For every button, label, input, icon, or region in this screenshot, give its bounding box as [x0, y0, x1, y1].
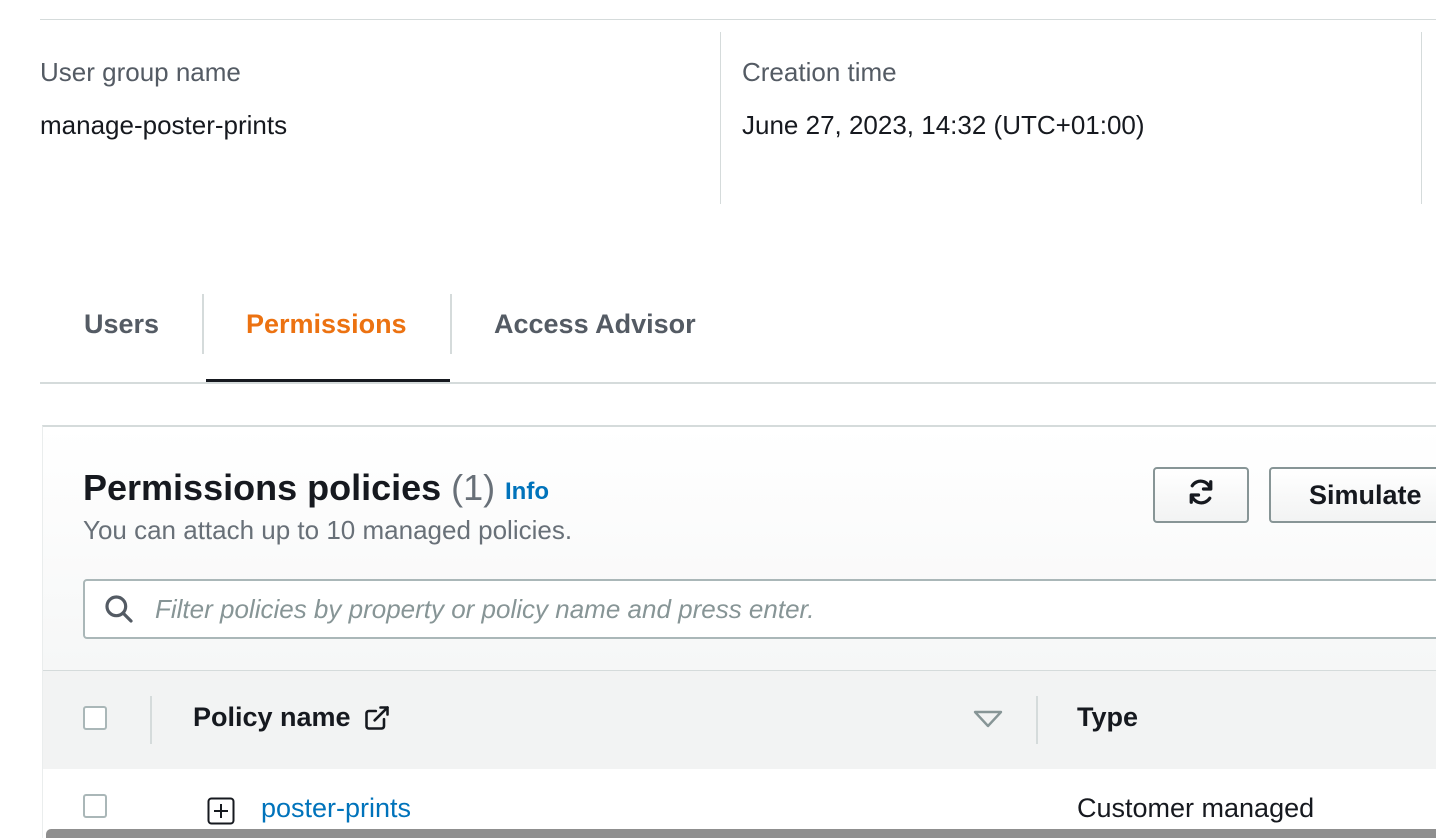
table-header: Policy name Type: [43, 670, 1436, 771]
column-header-policy-name-label: Policy name: [193, 702, 351, 732]
tab-users[interactable]: Users: [84, 294, 159, 354]
summary-creation-time: Creation time June 27, 2023, 14:32 (UTC+…: [742, 57, 1145, 141]
tab-bar: Users Permissions Access Advisor: [40, 294, 1436, 384]
policy-type: Customer managed: [1077, 793, 1315, 823]
tab-bar-divider: [40, 382, 1436, 384]
column-header-type[interactable]: Type: [1077, 702, 1138, 733]
panel-title: Permissions policies (1): [83, 467, 495, 509]
permissions-policies-panel: Permissions policies (1) Info You can at…: [42, 425, 1436, 838]
tab-separator: [450, 294, 452, 354]
column-header-policy-name[interactable]: Policy name: [193, 702, 391, 733]
tab-separator: [202, 294, 204, 354]
policy-name-link[interactable]: poster-prints: [261, 793, 411, 824]
tab-permissions[interactable]: Permissions: [246, 294, 407, 354]
group-name-value: manage-poster-prints: [40, 110, 288, 140]
policy-filter[interactable]: [83, 579, 1436, 639]
tab-access-advisor[interactable]: Access Advisor: [494, 294, 696, 354]
horizontal-scrollbar[interactable]: [46, 829, 1436, 838]
summary-group-name: User group name manage-poster-prints: [40, 57, 287, 141]
summary-column-divider: [720, 32, 721, 204]
expand-icon[interactable]: [207, 797, 235, 830]
simulate-button[interactable]: Simulate: [1269, 467, 1436, 523]
policy-count: (1): [451, 467, 496, 508]
user-group-page: User group name manage-poster-prints Cre…: [0, 0, 1436, 838]
sort-descending-icon[interactable]: [973, 710, 1003, 735]
table-row: poster-prints Customer managed: [43, 769, 1436, 838]
summary-top-divider: [40, 19, 1436, 20]
summary-column-divider-right: [1421, 32, 1422, 204]
column-separator: [150, 696, 152, 744]
select-all-checkbox[interactable]: [83, 706, 107, 730]
creation-time-label: Creation time: [742, 57, 897, 87]
creation-time-value: June 27, 2023, 14:32 (UTC+01:00): [742, 110, 1145, 140]
panel-description: You can attach up to 10 managed policies…: [83, 515, 573, 545]
row-checkbox[interactable]: [83, 794, 107, 818]
info-link[interactable]: Info: [505, 478, 549, 506]
search-icon: [103, 592, 137, 626]
panel-title-text: Permissions policies: [83, 467, 442, 508]
group-name-label: User group name: [40, 57, 241, 87]
column-separator: [1036, 696, 1038, 744]
filter-input[interactable]: [153, 592, 1407, 626]
external-link-icon: [363, 704, 391, 732]
refresh-button[interactable]: [1153, 467, 1249, 523]
refresh-icon: [1186, 477, 1216, 514]
